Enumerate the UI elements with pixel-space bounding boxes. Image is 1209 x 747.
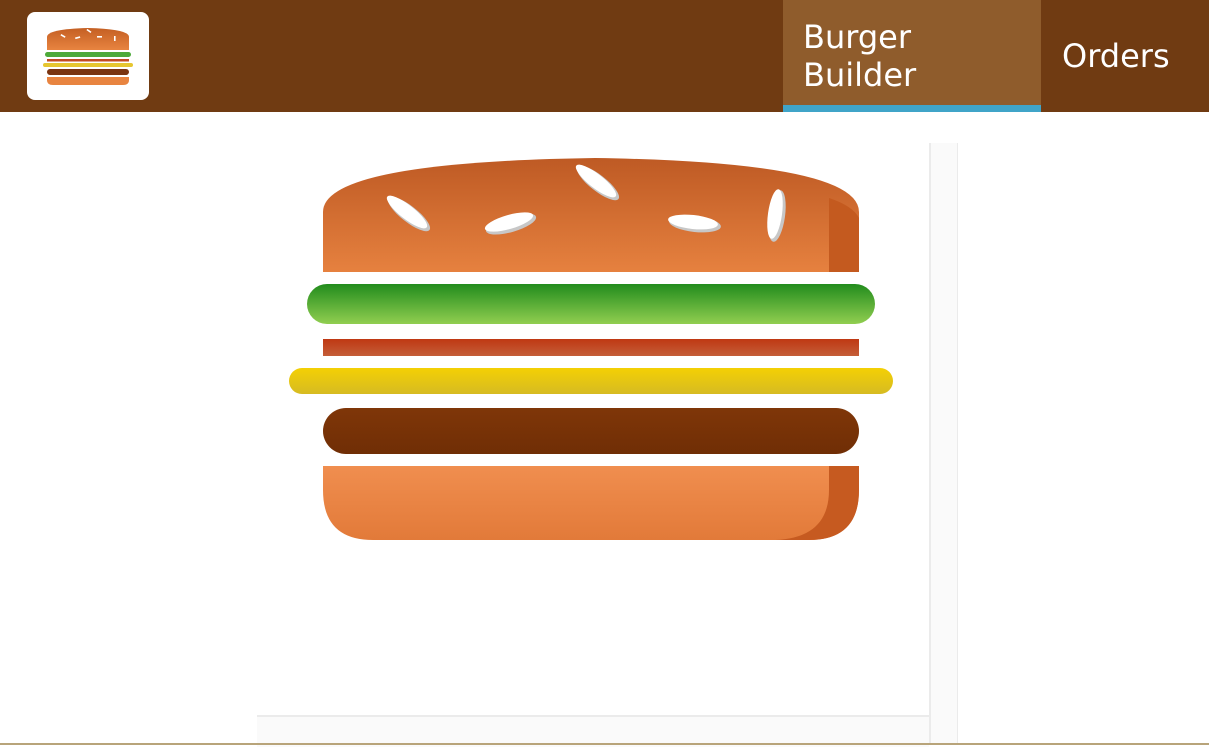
- nav-orders[interactable]: Orders: [1041, 0, 1209, 112]
- cheese-layer: [289, 368, 893, 394]
- toolbar: Burger Builder Orders: [0, 0, 1209, 112]
- meat-layer: [323, 408, 859, 454]
- bacon-layer: [323, 339, 859, 356]
- bread-top: [323, 158, 859, 272]
- salad-layer: [307, 284, 875, 324]
- main-nav: Burger Builder Orders: [783, 0, 1209, 112]
- nav-burger-builder[interactable]: Burger Builder: [783, 0, 1041, 112]
- burger-preview: [285, 150, 897, 550]
- vertical-scrollbar[interactable]: [929, 143, 958, 745]
- burger-logo-icon[interactable]: [27, 12, 149, 100]
- bread-bottom: [323, 466, 859, 540]
